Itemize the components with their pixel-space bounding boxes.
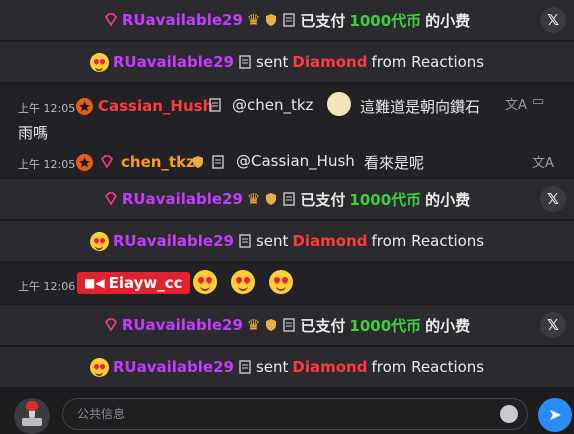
shield-icon bbox=[193, 156, 203, 168]
gift-text-post: 的小费 bbox=[425, 190, 471, 209]
gift-text-pre: 已支付 bbox=[300, 11, 346, 30]
x-share-icon[interactable]: 𝕏 bbox=[540, 312, 566, 338]
send-button[interactable]: ➤ bbox=[538, 398, 572, 432]
heart-eyes-emoji-icon bbox=[89, 357, 109, 377]
reaction-row: RUavailable29 sent Diamond from Reaction… bbox=[0, 221, 574, 261]
gift-amount: 1000代币 bbox=[349, 316, 422, 335]
message-text: 這難道是朝向鑽石 bbox=[360, 98, 481, 116]
message-time: 上午 12:05 bbox=[18, 158, 76, 171]
message-text: 看來是呢 bbox=[364, 154, 425, 172]
heart-eyes-emoji-icon bbox=[269, 270, 293, 294]
gift-text-pre: 已支付 bbox=[300, 316, 346, 335]
reaction-item: Diamond bbox=[292, 53, 368, 71]
emoji-picker-icon[interactable] bbox=[500, 405, 518, 423]
heart-eyes-emoji-icon bbox=[231, 270, 255, 294]
message-user[interactable]: Cassian_Hush bbox=[98, 97, 213, 115]
document-icon bbox=[239, 360, 251, 374]
live-user-badge[interactable]: ■◀ Eiayw_cc bbox=[77, 272, 190, 294]
message-time: 上午 12:05 bbox=[18, 102, 76, 115]
star-badge-icon bbox=[76, 98, 93, 115]
reaction-sent: sent bbox=[255, 232, 289, 250]
gift-row: RUavailable29 ♛ 已支付 1000代币 的小费 𝕏 bbox=[0, 0, 574, 40]
shield-icon bbox=[266, 319, 277, 331]
diamond-icon bbox=[100, 155, 114, 169]
gift-user[interactable]: RUavailable29 bbox=[122, 11, 243, 29]
chat-message: 上午 12:05 Cassian_Hush @chen_tkz 這難道是朝向鑽石… bbox=[0, 86, 574, 146]
heart-eyes-emoji-icon bbox=[193, 270, 217, 294]
x-share-icon[interactable]: 𝕏 bbox=[540, 186, 566, 212]
heart-eyes-emoji-icon bbox=[89, 52, 109, 72]
crown-icon: ♛ bbox=[246, 190, 261, 208]
gift-row: RUavailable29 ♛ 已支付 1000代币 的小费 𝕏 bbox=[0, 305, 574, 345]
document-icon bbox=[283, 192, 296, 206]
message-text-cont: 雨嗎 bbox=[18, 124, 49, 142]
reaction-item: Diamond bbox=[292, 358, 368, 376]
reaction-from: from Reactions bbox=[371, 232, 485, 250]
reaction-user[interactable]: RUavailable29 bbox=[113, 53, 234, 71]
reaction-item: Diamond bbox=[292, 232, 368, 250]
document-icon bbox=[212, 155, 224, 169]
gift-text-post: 的小费 bbox=[425, 11, 471, 30]
chat-input[interactable]: 公共信息 bbox=[62, 398, 528, 430]
message-user: Eiayw_cc bbox=[108, 274, 183, 292]
heart-eyes-emoji-icon bbox=[89, 231, 109, 251]
shield-icon bbox=[266, 14, 277, 26]
reaction-from: from Reactions bbox=[371, 358, 485, 376]
chat-message: 上午 12:05 chen_tkz @Cassian_Hush 看來是呢 文A bbox=[0, 146, 574, 178]
chat-message: 上午 12:06 ■◀ Eiayw_cc bbox=[0, 264, 574, 304]
reaction-user[interactable]: RUavailable29 bbox=[113, 358, 234, 376]
document-icon bbox=[239, 55, 251, 69]
document-icon bbox=[239, 234, 251, 248]
gift-amount: 1000代币 bbox=[349, 190, 422, 209]
message-mention: @chen_tkz bbox=[232, 96, 314, 114]
message-time: 上午 12:06 bbox=[18, 280, 76, 293]
diamond-icon bbox=[104, 192, 117, 206]
translate-icon[interactable]: 文A bbox=[505, 94, 527, 113]
crown-icon: ♛ bbox=[246, 316, 261, 334]
gift-amount: 1000代币 bbox=[349, 11, 422, 30]
diamond-icon bbox=[104, 13, 117, 27]
gift-user[interactable]: RUavailable29 bbox=[122, 190, 243, 208]
noodle-emoji-icon bbox=[327, 92, 351, 116]
message-user[interactable]: chen_tkz bbox=[121, 153, 195, 171]
gift-text-post: 的小费 bbox=[425, 316, 471, 335]
reaction-sent: sent bbox=[255, 53, 289, 71]
reaction-row: RUavailable29 sent Diamond from Reaction… bbox=[0, 42, 574, 82]
diamond-icon bbox=[104, 318, 117, 332]
reaction-row: RUavailable29 sent Diamond from Reaction… bbox=[0, 347, 574, 387]
crown-icon: ♛ bbox=[246, 11, 261, 29]
hide-icon[interactable]: ▭ bbox=[532, 94, 544, 109]
star-badge-icon bbox=[76, 154, 93, 171]
gift-text-pre: 已支付 bbox=[300, 190, 346, 209]
camera-icon: ■◀ bbox=[84, 276, 105, 290]
reaction-from: from Reactions bbox=[371, 53, 485, 71]
document-icon bbox=[283, 13, 296, 27]
message-mention: @Cassian_Hush bbox=[236, 152, 355, 170]
send-icon: ➤ bbox=[548, 405, 562, 424]
gift-row: RUavailable29 ♛ 已支付 1000代币 的小费 𝕏 bbox=[0, 179, 574, 219]
reaction-user[interactable]: RUavailable29 bbox=[113, 232, 234, 250]
shield-icon bbox=[266, 193, 277, 205]
x-share-icon[interactable]: 𝕏 bbox=[540, 7, 566, 33]
document-icon bbox=[283, 318, 296, 332]
reaction-sent: sent bbox=[255, 358, 289, 376]
translate-icon[interactable]: 文A bbox=[532, 152, 554, 171]
gift-user[interactable]: RUavailable29 bbox=[122, 316, 243, 334]
document-icon bbox=[209, 98, 221, 112]
